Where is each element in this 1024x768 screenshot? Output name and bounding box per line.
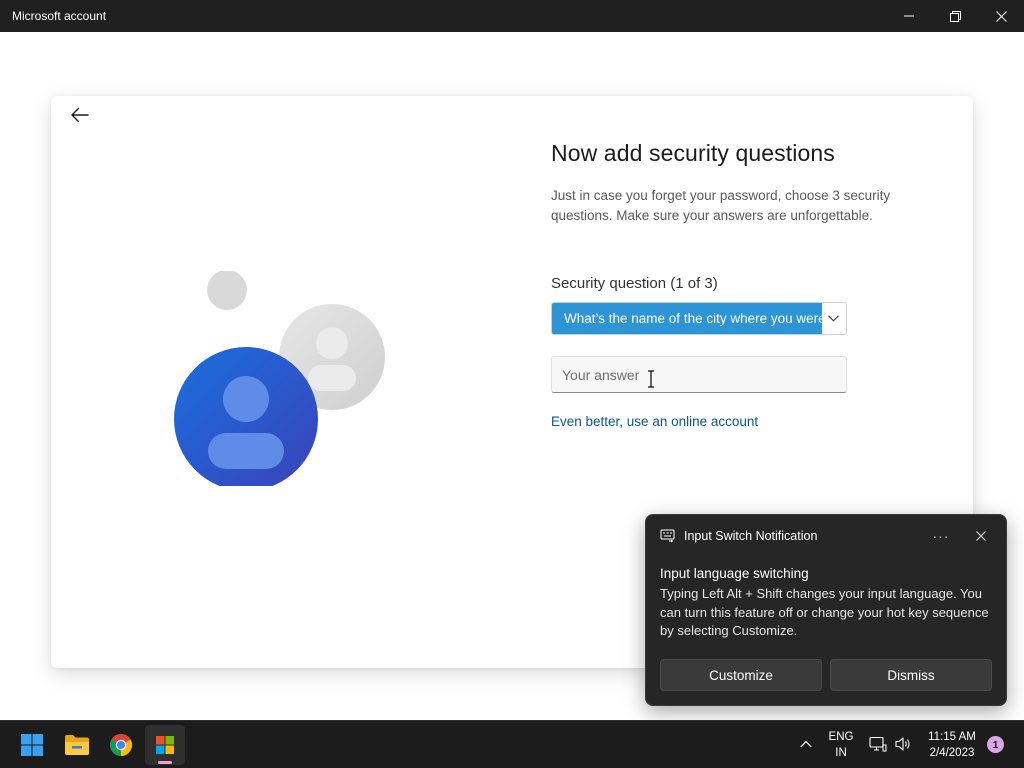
notification-title: Input language switching: [660, 566, 809, 581]
notification-app-name: Input Switch Notification: [684, 529, 818, 543]
selected-question: What’s the name of the city where you we…: [552, 303, 822, 334]
page-title: Now add security questions: [551, 140, 835, 166]
restore-button[interactable]: [932, 0, 978, 32]
windows-logo-icon: [21, 734, 43, 756]
answer-input[interactable]: [551, 356, 847, 393]
dropdown-chevron[interactable]: [821, 303, 846, 334]
back-arrow-icon: [71, 107, 89, 123]
start-button[interactable]: [12, 725, 52, 765]
language-region: IN: [835, 747, 847, 759]
online-account-link[interactable]: Even better, use an online account: [551, 414, 758, 429]
network-button[interactable]: [868, 734, 888, 754]
microsoft-store-button[interactable]: [145, 725, 185, 765]
dismiss-button[interactable]: Dismiss: [830, 659, 992, 691]
user-accounts-illustration: [174, 271, 385, 486]
minimize-icon: [904, 15, 914, 17]
close-icon: [976, 531, 986, 541]
speaker-icon: [895, 737, 910, 751]
title-bar: Microsoft account: [0, 0, 1024, 32]
security-question-dropdown[interactable]: What’s the name of the city where you we…: [551, 302, 847, 335]
keyboard-language-icon: [660, 529, 675, 543]
small-circle-decoration: [207, 271, 247, 310]
chevron-up-icon: [800, 740, 812, 748]
text-cursor-icon: [648, 370, 654, 388]
folder-icon: [65, 735, 89, 755]
chrome-icon: [109, 733, 133, 756]
clock-time: 11:15 AM: [928, 731, 976, 743]
minimize-button[interactable]: [886, 0, 932, 32]
input-switch-notification: Input Switch Notification ··· Input lang…: [645, 514, 1007, 706]
language-code: ENG: [828, 731, 854, 743]
chrome-button[interactable]: [101, 725, 141, 765]
notification-close-button[interactable]: [968, 523, 994, 549]
taskbar: ENG IN 11:15 AM 2/4/2023 1: [0, 720, 1024, 768]
chevron-down-icon: [828, 315, 839, 322]
security-question-label: Security question (1 of 3): [551, 275, 718, 292]
notification-body: Typing Left Alt + Shift changes your inp…: [660, 586, 989, 638]
back-button[interactable]: [65, 100, 95, 130]
more-icon: ···: [932, 528, 950, 544]
network-icon: [869, 736, 887, 752]
restore-icon: [949, 10, 961, 22]
file-explorer-button[interactable]: [57, 725, 97, 765]
input-language-indicator[interactable]: ENG IN: [826, 729, 856, 761]
close-icon: [995, 10, 1007, 22]
description-text: Just in case you forget your password, c…: [551, 188, 891, 223]
show-hidden-icons-button[interactable]: [796, 734, 816, 754]
close-button[interactable]: [978, 0, 1024, 32]
more-options-button[interactable]: ···: [928, 523, 954, 549]
window-title: Microsoft account: [12, 9, 107, 23]
customize-button[interactable]: Customize: [660, 659, 822, 691]
notification-count-badge[interactable]: 1: [987, 736, 1004, 753]
clock[interactable]: 11:15 AM 2/4/2023: [922, 729, 982, 761]
store-icon: [156, 736, 174, 754]
volume-button[interactable]: [893, 734, 913, 754]
active-app-indicator: [158, 761, 172, 764]
clock-date: 2/4/2023: [929, 747, 975, 759]
